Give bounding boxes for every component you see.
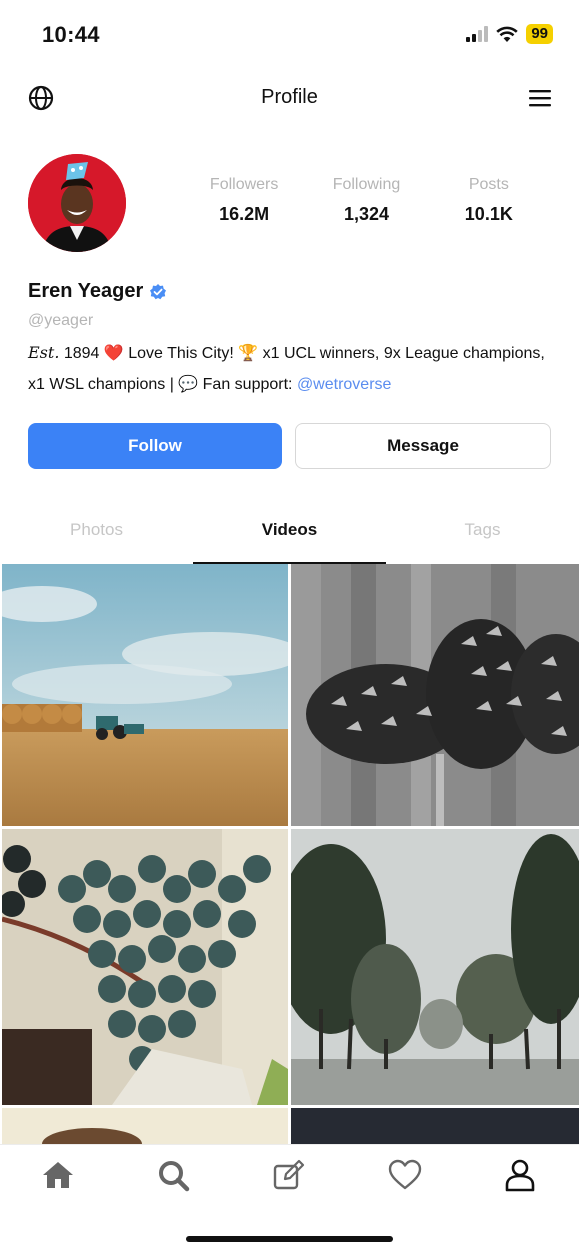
tab-tags[interactable]: Tags <box>386 506 579 564</box>
heart-icon[interactable] <box>387 1157 423 1193</box>
bio-text: 1894 ❤️ Love This City! 🏆 x1 UCL winners… <box>28 345 545 393</box>
stat-followers[interactable]: Followers 16.2M <box>183 176 305 225</box>
bio-link[interactable]: @wetroverse <box>297 376 392 393</box>
stat-value: 1,324 <box>343 204 390 224</box>
pinecone-tile[interactable] <box>291 564 579 826</box>
status-time: 10:44 <box>42 22 100 47</box>
partial-tile-left[interactable] <box>2 1108 288 1144</box>
battery-indicator: 99 <box>526 24 553 44</box>
stat-following[interactable]: Following 1,324 <box>305 176 427 225</box>
compose-icon[interactable] <box>271 1157 307 1193</box>
grapes-tile[interactable] <box>2 829 288 1105</box>
stat-label: Following <box>332 176 401 193</box>
status-icons: 99 <box>466 24 553 44</box>
farm-field-tile[interactable] <box>2 564 288 826</box>
stat-label: Followers <box>209 176 279 193</box>
tab-videos[interactable]: Videos <box>193 506 386 564</box>
page-title: Profile <box>261 86 318 108</box>
stat-value: 10.1K <box>464 204 513 224</box>
stat-value: 16.2M <box>219 204 270 224</box>
partial-tile-right[interactable] <box>291 1108 579 1144</box>
wifi-icon <box>496 26 519 42</box>
status-bar: 10:44 99 <box>0 0 579 70</box>
bottom-tab-bar <box>0 1144 579 1254</box>
profile-stats: Followers 16.2M Following 1,324 Posts 10… <box>183 176 550 225</box>
avatar[interactable] <box>28 154 126 252</box>
stat-label: Posts <box>468 176 509 193</box>
profile-name: Eren Yeager <box>28 280 144 302</box>
profile-icon[interactable] <box>502 1157 538 1193</box>
cellular-signal-icon <box>466 26 489 42</box>
home-indicator <box>186 1236 393 1242</box>
profile-handle: @yeager <box>28 312 94 329</box>
tab-photos[interactable]: Photos <box>0 506 193 564</box>
content-tabs: Photos Videos Tags <box>0 506 579 564</box>
message-button[interactable]: Message <box>295 423 551 469</box>
profile-bio: Est. 1894 ❤️ Love This City! 🏆 x1 UCL wi… <box>28 337 558 400</box>
hamburger-menu-icon[interactable] <box>529 87 551 109</box>
trees-tile[interactable] <box>291 829 579 1105</box>
stat-posts[interactable]: Posts 10.1K <box>428 176 550 225</box>
verified-badge-icon <box>150 283 167 299</box>
search-icon[interactable] <box>155 1157 191 1193</box>
name-row: Eren Yeager <box>28 280 167 303</box>
home-icon[interactable] <box>40 1157 76 1193</box>
nav-bar: Profile <box>0 70 579 126</box>
bio-est: Est. <box>28 343 60 362</box>
media-grid <box>0 564 579 1144</box>
follow-button[interactable]: Follow <box>28 423 282 469</box>
